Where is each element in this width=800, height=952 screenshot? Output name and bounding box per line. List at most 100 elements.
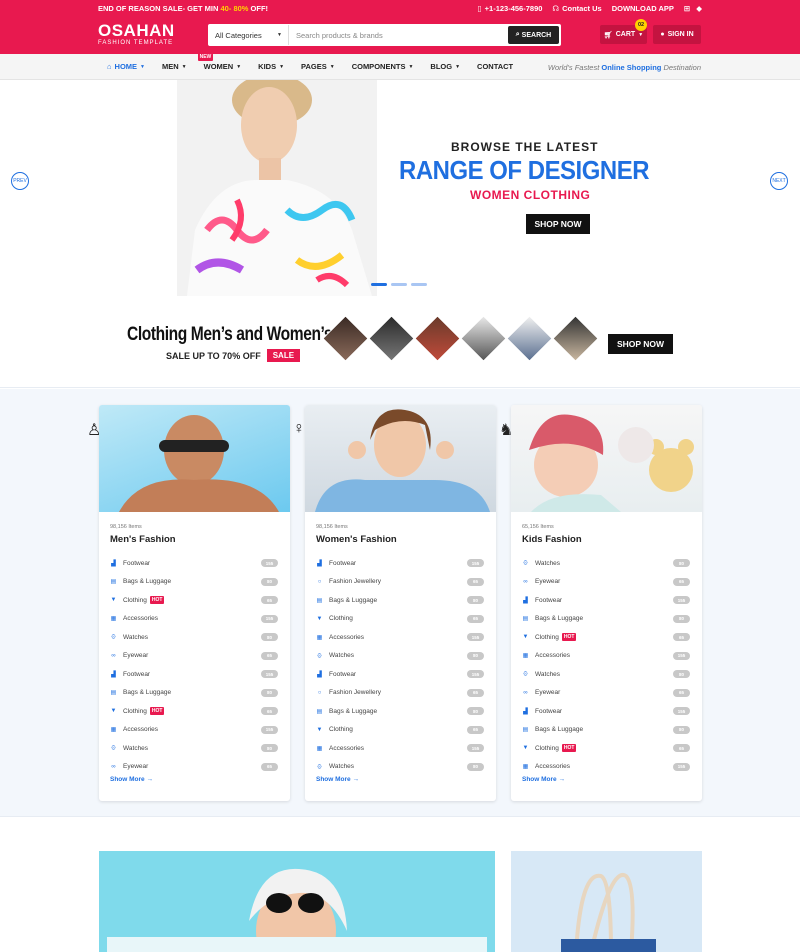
user-icon[interactable]: ♙	[87, 420, 101, 440]
card-title[interactable]: Women's Fashion	[316, 534, 397, 545]
subcategory-item[interactable]: ⌚︎ Watches 80	[522, 665, 692, 684]
count-badge: 65	[673, 744, 690, 753]
subcategory-item[interactable]: ∞ Eyewear 65	[522, 684, 692, 703]
subcategory-label: Eyewear	[123, 763, 149, 771]
contact-link[interactable]: ☊ Contact Us	[552, 4, 601, 13]
horse-icon[interactable]: ♞	[499, 420, 513, 440]
female-icon[interactable]: ♀	[293, 420, 305, 438]
subcategory-item[interactable]: ▟ Footwear 155	[522, 591, 692, 610]
sign-in-button[interactable]: ● SIGN IN	[653, 25, 701, 44]
nav-women[interactable]: NEW WOMEN ▼	[197, 53, 241, 71]
subcategory-item[interactable]: ▼ Clothing HOT 65	[110, 591, 280, 610]
hero-shop-now-button[interactable]: SHOP NOW	[526, 214, 590, 234]
subcategory-item[interactable]: ▼ Clothing HOT 65	[522, 739, 692, 758]
hero-image	[177, 80, 377, 296]
subcategory-label: Footwear	[123, 559, 151, 567]
subcategory-item[interactable]: ▟ Footwear 155	[316, 554, 486, 573]
subcategory-item[interactable]: ▼ Clothing 65	[316, 721, 486, 740]
model-thumb[interactable]	[460, 315, 507, 362]
card-title[interactable]: Kids Fashion	[522, 534, 582, 545]
subcategory-item[interactable]: ⌚︎ Watches 80	[110, 628, 280, 647]
subcategory-item[interactable]: ○ Fashion Jewellery 65	[316, 573, 486, 592]
app-store-icons[interactable]: ⊞ ◆	[684, 4, 702, 13]
model-thumb[interactable]	[552, 315, 599, 362]
model-thumb[interactable]	[322, 315, 369, 362]
featured-banner-right[interactable]	[511, 851, 702, 952]
slider-dot[interactable]	[391, 283, 407, 286]
subcategory-item[interactable]: ○ Fashion Jewellery 65	[316, 684, 486, 703]
subcategory-label: Fashion Jewellery	[329, 578, 382, 586]
promo-subtitle-row: SALE UP TO 70% OFF SALE	[166, 349, 301, 362]
subcategory-item[interactable]: ▟ Footwear 155	[316, 665, 486, 684]
nav-men[interactable]: MEN ▼	[162, 62, 187, 71]
subcategory-item[interactable]: ⌚︎ Watches 80	[316, 758, 486, 777]
subcategory-item[interactable]: ▟ Footwear 155	[110, 665, 280, 684]
subcategory-item[interactable]: ▟ Footwear 155	[522, 702, 692, 721]
subcategory-item[interactable]: ▟ Footwear 155	[110, 554, 280, 573]
count-badge: 155	[673, 596, 690, 605]
nav-components[interactable]: COMPONENTS ▼	[352, 62, 414, 71]
model-thumb[interactable]	[506, 315, 553, 362]
shoe-icon: ▟	[111, 671, 116, 678]
show-more-link[interactable]: Show More →	[522, 776, 565, 783]
subcategory-item[interactable]: ∞ Eyewear 65	[110, 647, 280, 666]
subcategory-item[interactable]: ▤ Bags & Luggage 80	[110, 684, 280, 703]
nav-pages-label: PAGES	[301, 62, 327, 71]
kids-category-image[interactable]	[511, 405, 702, 512]
slider-dot[interactable]	[371, 283, 387, 286]
model-thumb[interactable]	[414, 315, 461, 362]
subcategory-label: Eyewear	[535, 578, 561, 586]
subcategory-label: Footwear	[329, 559, 357, 567]
promo-shop-now-button[interactable]: SHOP NOW	[608, 334, 673, 354]
slider-prev-button[interactable]: PREV	[11, 172, 29, 190]
show-more-link[interactable]: Show More →	[316, 776, 359, 783]
subcategory-item[interactable]: ∞ Eyewear 65	[522, 573, 692, 592]
subcategory-item[interactable]: ▼ Clothing HOT 65	[110, 702, 280, 721]
subcategory-item[interactable]: ▤ Bags & Luggage 80	[522, 610, 692, 629]
subcategory-item[interactable]: ▦ Accessories 155	[316, 628, 486, 647]
watch-icon: ⌚︎	[522, 561, 529, 568]
slider-next-button[interactable]: NEXT	[770, 172, 788, 190]
slider-dot[interactable]	[411, 283, 427, 286]
hot-badge: HOT	[149, 596, 165, 605]
subcategory-item[interactable]: ▤ Bags & Luggage 80	[316, 591, 486, 610]
category-select[interactable]: All Categories ▼	[209, 25, 289, 45]
shoe-icon: ▟	[111, 560, 116, 567]
subcategory-item[interactable]: ▦ Accessories 155	[316, 739, 486, 758]
card-title[interactable]: Men's Fashion	[110, 534, 176, 545]
subcategory-item[interactable]: ⌚︎ Watches 80	[522, 554, 692, 573]
subcategory-item[interactable]: ▤ Bags & Luggage 80	[316, 702, 486, 721]
model-thumb[interactable]	[368, 315, 415, 362]
women-category-image[interactable]	[305, 405, 496, 512]
phone-link[interactable]: ▯ +1-123-456-7890	[478, 4, 543, 13]
search-input[interactable]: Search products & brands	[289, 31, 508, 40]
subcategory-item[interactable]: ▦ Accessories 155	[522, 758, 692, 777]
subcategory-item[interactable]: ▦ Accessories 155	[522, 647, 692, 666]
hero-slider: BROWSE THE LATEST RANGE OF DESIGNER WOME…	[0, 80, 800, 302]
android-icon[interactable]: ◆	[696, 4, 702, 13]
subcategory-item[interactable]: ▼ Clothing HOT 65	[522, 628, 692, 647]
featured-banner-left[interactable]	[99, 851, 495, 952]
men-category-image[interactable]	[99, 405, 290, 512]
windows-icon[interactable]: ⊞	[684, 4, 690, 13]
subcategory-item[interactable]: ⌚︎ Watches 80	[316, 647, 486, 666]
site-logo[interactable]: OSAHAN FASHION TEMPLATE	[98, 22, 208, 47]
subcategory-item[interactable]: ▦ Accessories 155	[110, 610, 280, 629]
subcategory-item[interactable]: ▤ Bags & Luggage 80	[110, 573, 280, 592]
subcategory-item[interactable]: ▼ Clothing 65	[316, 610, 486, 629]
nav-pages[interactable]: PAGES ▼	[301, 62, 335, 71]
subcategory-item[interactable]: ⌚︎ Watches 80	[110, 739, 280, 758]
download-app-link[interactable]: DOWNLOAD APP	[612, 4, 674, 13]
search-button[interactable]: ⌕ SEARCH	[508, 26, 559, 44]
nav-kids[interactable]: KIDS ▼	[258, 62, 284, 71]
subcategory-item[interactable]: ▤ Bags & Luggage 80	[522, 721, 692, 740]
subcategory-item[interactable]: ∞ Eyewear 65	[110, 758, 280, 777]
arrow-right-icon: →	[558, 776, 565, 783]
nav-contact[interactable]: CONTACT	[477, 62, 513, 71]
nav-blog[interactable]: BLOG ▼	[430, 62, 460, 71]
subcategory-item[interactable]: ▦ Accessories 155	[110, 721, 280, 740]
subcategory-label: Fashion Jewellery	[329, 689, 382, 697]
subcategory-label: Watches	[535, 670, 561, 678]
nav-home[interactable]: ⌂ HOME ▼	[107, 62, 145, 71]
show-more-link[interactable]: Show More →	[110, 776, 153, 783]
